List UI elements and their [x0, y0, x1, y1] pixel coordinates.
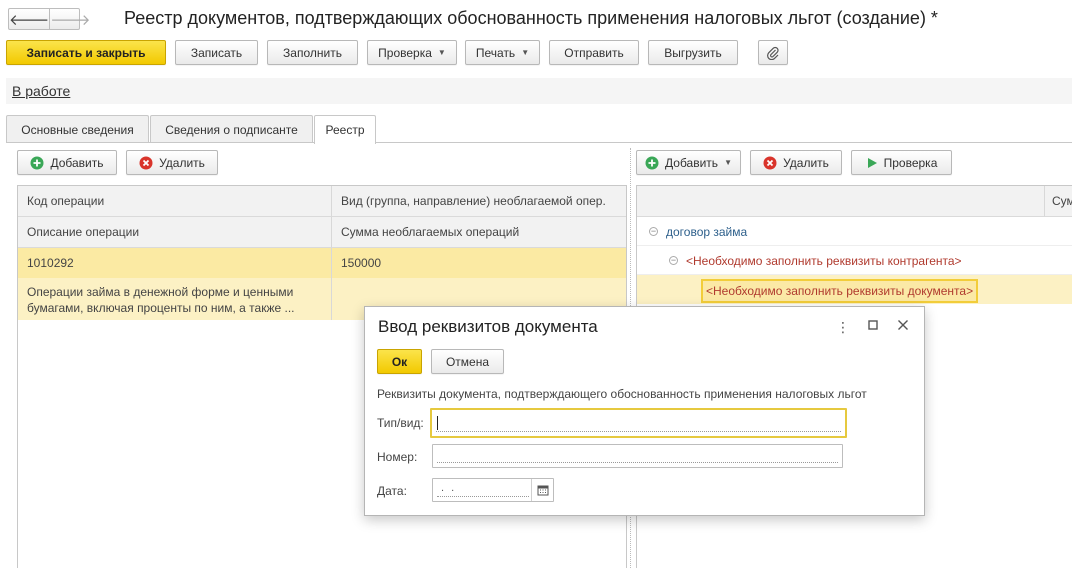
fill-button[interactable]: Заполнить: [267, 40, 358, 65]
number-label: Номер:: [377, 450, 418, 464]
forward-button[interactable]: 🡒: [49, 9, 90, 29]
delete-icon: [763, 156, 777, 170]
cell-op-sum[interactable]: 150000: [332, 248, 626, 278]
field-underline: [437, 462, 838, 463]
paperclip-icon: [767, 46, 779, 60]
col-header-op-desc[interactable]: Описание операции: [18, 217, 332, 248]
type-field[interactable]: [430, 408, 847, 438]
navigation-buttons: 🡐 🡒: [8, 8, 90, 30]
date-value: . .: [441, 482, 457, 494]
check-dropdown-button[interactable]: Проверка ▼: [367, 40, 457, 65]
attach-button[interactable]: [758, 40, 788, 65]
cell-op-code[interactable]: 1010292: [18, 248, 332, 278]
export-button[interactable]: Выгрузить: [648, 40, 738, 65]
tree-row-counterparty[interactable]: − <Необходимо заполнить реквизиты контра…: [637, 246, 1072, 275]
delete-icon: [139, 156, 153, 170]
col-header-sum[interactable]: Сумм: [1045, 186, 1072, 217]
chevron-down-icon: ▼: [521, 48, 530, 57]
chevron-down-icon: ▼: [724, 158, 732, 167]
right-delete-button[interactable]: Удалить: [750, 150, 842, 175]
right-check-button[interactable]: Проверка: [851, 150, 952, 175]
calendar-icon: [537, 485, 548, 496]
window-title: Реестр документов, подтверждающих обосно…: [124, 8, 938, 28]
left-add-button[interactable]: Добавить: [17, 150, 117, 175]
left-delete-label: Удалить: [159, 155, 205, 170]
number-field[interactable]: [432, 444, 843, 468]
arrow-left-icon: 🡐: [9, 11, 50, 29]
tree-root-label: договор займа: [666, 225, 748, 239]
calendar-button[interactable]: [531, 479, 553, 501]
col-header-tree[interactable]: [637, 186, 1045, 217]
ok-button[interactable]: Ок: [377, 349, 422, 374]
status-link[interactable]: В работе: [12, 83, 70, 99]
right-add-label: Добавить: [665, 155, 719, 170]
date-label: Дата:: [377, 484, 407, 498]
cell-op-description[interactable]: Операции займа в денежной форме и ценным…: [18, 278, 332, 320]
collapse-icon[interactable]: −: [649, 227, 658, 236]
print-label: Печать: [475, 45, 516, 60]
tab-main-info[interactable]: Основные сведения: [6, 115, 149, 143]
date-field[interactable]: . .: [432, 478, 554, 502]
add-icon: [645, 156, 659, 170]
dialog-title: Ввод реквизитов документа: [378, 317, 598, 336]
right-check-label: Проверка: [883, 155, 938, 170]
field-underline: [437, 496, 529, 497]
status-bar: [6, 78, 1072, 104]
send-button[interactable]: Отправить: [549, 40, 639, 65]
print-dropdown-button[interactable]: Печать ▼: [465, 40, 540, 65]
maximize-icon[interactable]: [866, 318, 880, 334]
back-button[interactable]: 🡐: [9, 9, 49, 29]
right-delete-label: Удалить: [783, 155, 829, 170]
left-add-label: Добавить: [50, 155, 104, 170]
tab-registry[interactable]: Реестр: [314, 115, 376, 144]
tree-counterparty-label: <Необходимо заполнить реквизиты контраге…: [686, 254, 962, 268]
type-label: Тип/вид:: [377, 416, 424, 430]
dialog-description: Реквизиты документа, подтверждающего обо…: [377, 387, 867, 401]
close-icon[interactable]: [896, 318, 910, 334]
save-button[interactable]: Записать: [175, 40, 258, 65]
check-label: Проверка: [378, 45, 432, 60]
collapse-icon[interactable]: −: [669, 256, 678, 265]
add-icon: [30, 156, 44, 170]
arrow-right-icon: 🡒: [50, 11, 91, 29]
col-header-op-sum[interactable]: Сумма необлагаемых операций: [332, 217, 626, 248]
tree-row-root[interactable]: − договор займа: [637, 217, 1072, 246]
right-add-dropdown-button[interactable]: Добавить ▼: [636, 150, 741, 175]
col-header-op-code[interactable]: Код операции: [18, 186, 332, 217]
tabs-divider: [6, 142, 1072, 143]
save-and-close-button[interactable]: Записать и закрыть: [6, 40, 166, 65]
tree-row-document[interactable]: <Необходимо заполнить реквизиты документ…: [637, 275, 1072, 304]
tree-document-label: <Необходимо заполнить реквизиты документ…: [701, 279, 979, 303]
field-underline: [436, 431, 841, 432]
cancel-button[interactable]: Отмена: [431, 349, 504, 374]
tab-signer-info[interactable]: Сведения о подписанте: [150, 115, 313, 143]
play-icon: [866, 157, 878, 169]
col-header-op-type[interactable]: Вид (группа, направление) необлагаемой о…: [332, 186, 626, 217]
text-cursor: [437, 416, 438, 430]
document-details-dialog: Ввод реквизитов документа ⋮ Ок Отмена Ре…: [364, 306, 925, 516]
left-delete-button[interactable]: Удалить: [126, 150, 218, 175]
more-icon[interactable]: ⋮: [836, 319, 850, 336]
chevron-down-icon: ▼: [437, 48, 446, 57]
